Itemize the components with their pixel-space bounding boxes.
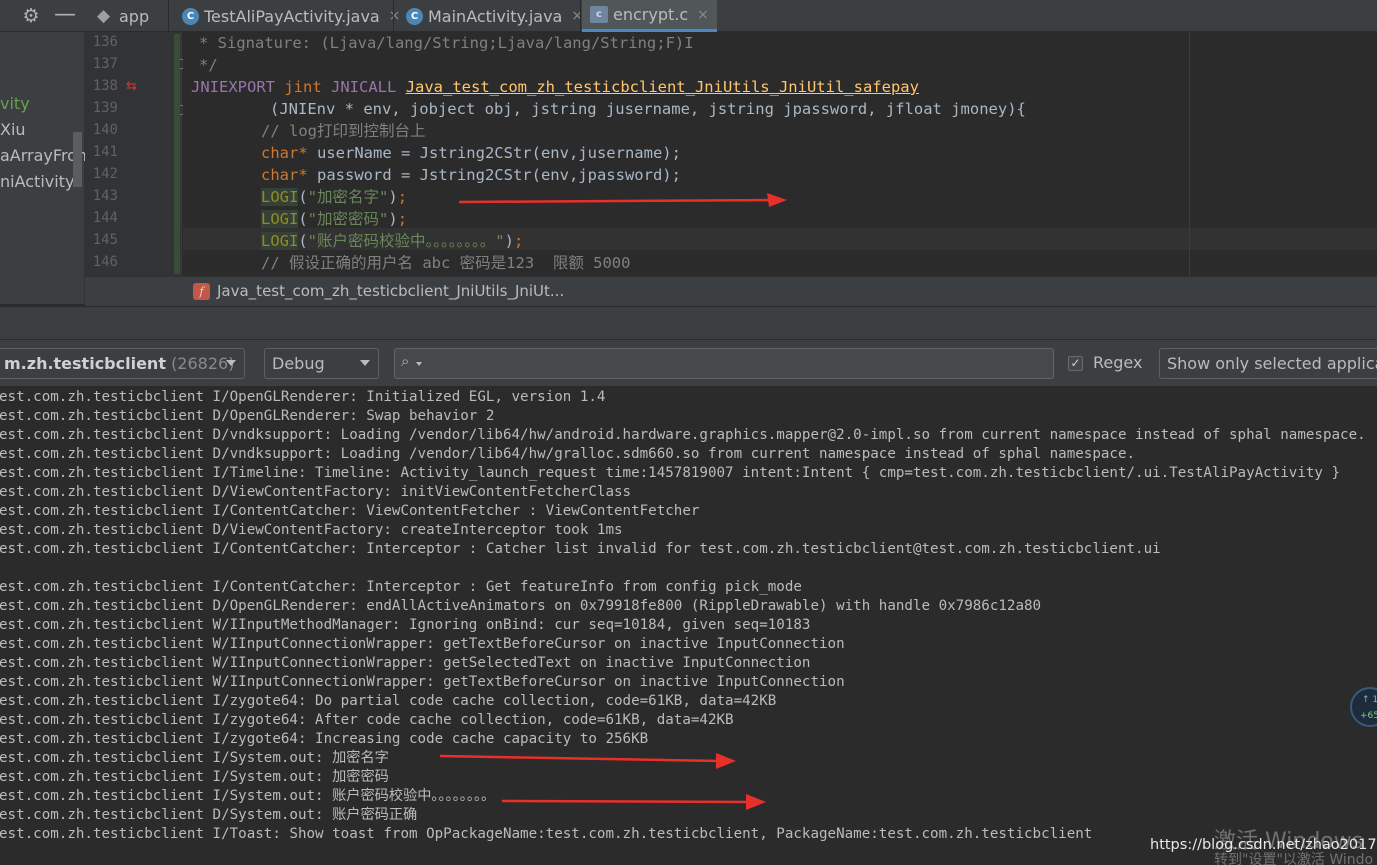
- regex-label: Regex: [1093, 353, 1143, 372]
- code-line: (JNIEnv * env, jobject obj, jstring juse…: [270, 100, 1026, 118]
- blog-url-watermark: https://blog.csdn.net/zhao2017: [1150, 837, 1377, 853]
- log-line: est.com.zh.testicbclient D/vndksupport: …: [0, 427, 1366, 443]
- search-icon: ⌕: [401, 352, 410, 370]
- log-line: est.com.zh.testicbclient I/System.out: 加…: [0, 769, 389, 785]
- log-line: est.com.zh.testicbclient I/zygote64: Aft…: [0, 712, 734, 728]
- log-line: est.com.zh.testicbclient D/System.out: 账…: [0, 807, 418, 823]
- code-line: // log打印到控制台上: [261, 122, 426, 140]
- editor-tab-bar: ⚙ — ◆ app C TestAliPayActivity.java × C …: [0, 0, 1377, 32]
- code-line: char* userName = Jstring2CStr(env,jusern…: [261, 144, 681, 162]
- log-line: est.com.zh.testicbclient I/ContentCatche…: [0, 503, 700, 519]
- tab-label: TestAliPayActivity.java: [204, 6, 380, 26]
- tab-mainactivity[interactable]: C MainActivity.java ×: [406, 0, 583, 32]
- log-level-select[interactable]: Debug: [264, 348, 379, 379]
- code-line: // 假设正确的用户名 abc 密码是123 限额 5000: [261, 254, 631, 272]
- tab-label: app: [119, 6, 150, 26]
- close-icon[interactable]: ×: [697, 7, 709, 23]
- log-search-input[interactable]: ⌕: [394, 348, 1054, 379]
- tab-app[interactable]: ◆ app: [93, 0, 149, 32]
- gear-icon[interactable]: ⚙: [18, 3, 44, 29]
- breadcrumb: f Java_test_com_zh_testicbclient_JniUtil…: [85, 276, 1377, 306]
- chevron-down-icon: [416, 362, 422, 366]
- c-class-icon: C: [406, 7, 423, 25]
- log-line: est.com.zh.testicbclient D/OpenGLRendere…: [0, 408, 495, 424]
- panel-divider: [0, 306, 1377, 340]
- log-line: est.com.zh.testicbclient I/Timeline: Tim…: [0, 465, 1341, 481]
- chevron-down-icon: [226, 360, 236, 366]
- red-arrow: [458, 193, 787, 207]
- log-line: est.com.zh.testicbclient D/ViewContentFa…: [0, 484, 632, 500]
- red-arrow: [501, 794, 766, 810]
- vcs-change-marker: [174, 34, 180, 274]
- code-line: * Signature: (Ljava/lang/String;Ljava/la…: [199, 34, 694, 52]
- android-icon: ◆: [96, 6, 111, 26]
- line-number: 137: [92, 56, 118, 72]
- tab-label: encrypt.c: [613, 5, 689, 24]
- code-line: char* password = Jstring2CStr(env,jpassw…: [261, 166, 681, 184]
- log-line: est.com.zh.testicbclient D/vndksupport: …: [0, 446, 1136, 462]
- code-editor[interactable]: * Signature: (Ljava/lang/String;Ljava/la…: [183, 32, 1377, 276]
- chevron-down-icon: [360, 360, 370, 366]
- log-line: est.com.zh.testicbclient I/OpenGLRendere…: [0, 389, 606, 405]
- log-line: est.com.zh.testicbclient I/ContentCatche…: [0, 579, 802, 595]
- log-line: est.com.zh.testicbclient I/System.out: 加…: [0, 750, 389, 766]
- log-line: est.com.zh.testicbclient I/ContentCatche…: [0, 541, 1161, 557]
- code-line: LOGI("账户密码校验中。。。。。。。。");: [261, 232, 524, 250]
- log-line: est.com.zh.testicbclient W/IInputConnect…: [0, 674, 845, 690]
- project-item[interactable]: vity: [0, 94, 30, 113]
- log-line: est.com.zh.testicbclient D/ViewContentFa…: [0, 522, 623, 538]
- scrollbar[interactable]: [73, 132, 82, 187]
- tab-encrypt-c[interactable]: c encrypt.c ×: [582, 0, 717, 32]
- line-number: 138: [92, 78, 118, 94]
- c-class-icon: C: [182, 7, 199, 25]
- line-number: 143: [92, 188, 118, 204]
- log-line: est.com.zh.testicbclient D/OpenGLRendere…: [0, 598, 1042, 614]
- project-item[interactable]: niActivity: [0, 172, 74, 191]
- project-panel: vity Xiu aArrayFrom niActivity: [0, 32, 93, 304]
- line-number: 144: [92, 210, 118, 226]
- code-line: JNIEXPORT jint JNICALL Java_test_com_zh_…: [191, 78, 919, 96]
- process-select[interactable]: m.zh.testicbclient (26826): [0, 348, 245, 379]
- code-line: LOGI("加密名字");: [261, 188, 408, 206]
- line-number: 142: [92, 166, 118, 182]
- line-number-gutter: 136 137 138 139 140 141 142 143 144 145 …: [85, 32, 186, 276]
- regex-checkbox[interactable]: ✓: [1068, 356, 1083, 371]
- log-line: est.com.zh.testicbclient I/System.out: 账…: [0, 788, 496, 804]
- tab-testalipayactivity[interactable]: C TestAliPayActivity.java ×: [182, 0, 400, 32]
- project-item[interactable]: Xiu: [0, 120, 26, 139]
- tab-label: MainActivity.java: [428, 6, 563, 26]
- c-file-icon: c: [590, 6, 608, 23]
- line-number: 145: [92, 232, 118, 248]
- log-line: est.com.zh.testicbclient W/IInputConnect…: [0, 636, 845, 652]
- right-margin-guide: [1189, 32, 1190, 276]
- function-icon: f: [193, 283, 210, 300]
- implementation-arrow-icon[interactable]: ⇆: [126, 79, 137, 94]
- red-arrow: [439, 753, 736, 769]
- breadcrumb-function[interactable]: Java_test_com_zh_testicbclient_JniUtils_…: [217, 282, 564, 300]
- close-icon[interactable]: ×: [389, 8, 401, 24]
- line-number: 146: [92, 254, 118, 270]
- log-line: est.com.zh.testicbclient W/IInputMethodM…: [0, 617, 811, 633]
- line-number: 139: [92, 100, 118, 116]
- line-number: 141: [92, 144, 118, 160]
- filter-select[interactable]: Show only selected applicat: [1159, 348, 1377, 379]
- line-number: 140: [92, 122, 118, 138]
- line-number: 136: [92, 34, 118, 50]
- log-line: est.com.zh.testicbclient I/zygote64: Do …: [0, 693, 777, 709]
- logcat-toolbar: m.zh.testicbclient (26826) Debug ⌕ ✓ Reg…: [0, 340, 1377, 387]
- minimize-icon[interactable]: —: [52, 3, 78, 29]
- log-line: est.com.zh.testicbclient I/Toast: Show t…: [0, 826, 1093, 842]
- code-line: LOGI("加密密码");: [261, 210, 408, 228]
- log-line: est.com.zh.testicbclient W/IInputConnect…: [0, 655, 811, 671]
- code-line: */: [199, 56, 218, 74]
- log-line: est.com.zh.testicbclient I/zygote64: Inc…: [0, 731, 649, 747]
